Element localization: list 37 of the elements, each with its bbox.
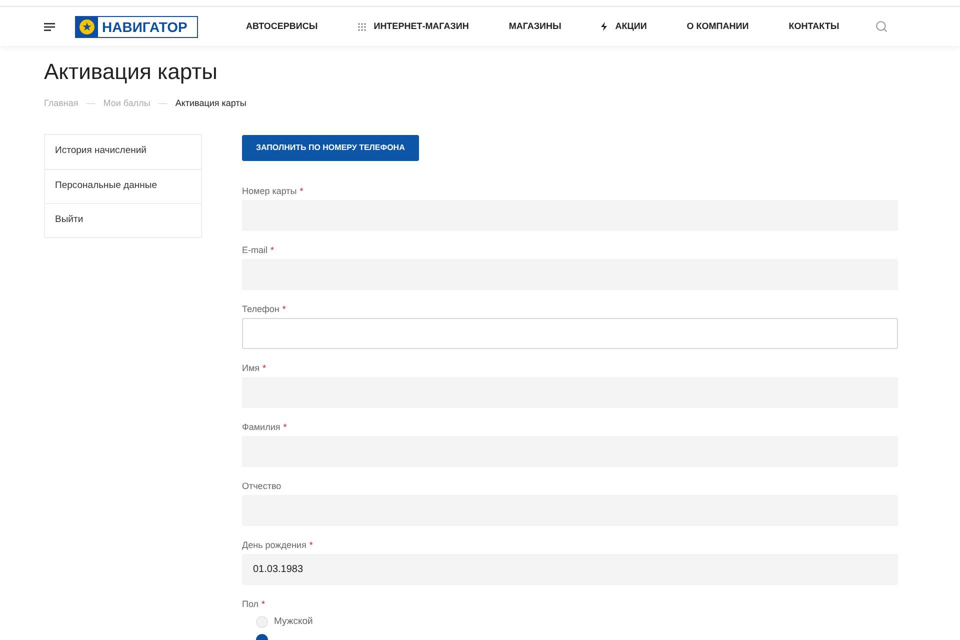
field-label: E-mail	[242, 244, 268, 256]
required-mark: *	[300, 184, 304, 196]
sidebar-item[interactable]: Персональные данные	[45, 168, 201, 202]
fill-by-phone-button[interactable]: ЗАПОЛНИТЬ ПО НОМЕРУ ТЕЛЕФОНА	[242, 134, 419, 160]
required-mark: *	[282, 302, 286, 314]
nav-link[interactable]: КОНТАКТЫ	[788, 20, 840, 34]
breadcrumb-separator: —	[86, 97, 96, 110]
breadcrumb-separator: —	[158, 97, 168, 110]
menu-icon[interactable]	[44, 22, 55, 30]
field-label: Фамилия	[242, 420, 280, 432]
search-icon[interactable]	[875, 20, 888, 33]
logo[interactable]: НАВИГАТОР	[75, 16, 198, 38]
nav-link[interactable]: О КОМПАНИИ	[686, 20, 749, 34]
input-field[interactable]: 01.03.1983	[242, 554, 898, 584]
required-mark: *	[262, 362, 266, 374]
required-mark: *	[283, 420, 287, 432]
required-mark: *	[270, 244, 274, 256]
breadcrumb-link[interactable]: Активация карты	[175, 97, 246, 110]
radio-label: Мужской	[274, 614, 313, 628]
field-label: Пол	[242, 598, 259, 610]
input-field[interactable]	[242, 318, 898, 348]
sidebar-item[interactable]: История начислений	[45, 134, 201, 168]
nav-link[interactable]: ИНТЕРНЕТ-МАГАЗИН	[358, 20, 469, 34]
field-label: Номер карты	[242, 184, 297, 196]
page-title: Активация карты	[44, 58, 218, 86]
nav-link[interactable]: МАГАЗИНЫ	[508, 20, 562, 34]
grid-icon	[358, 22, 366, 30]
required-mark: *	[309, 538, 313, 550]
field-label: День рождения	[242, 538, 306, 550]
lightning-icon	[601, 22, 608, 31]
field-label: Отчество	[242, 480, 282, 492]
field-label: Имя	[242, 362, 260, 374]
sidebar-item[interactable]: Выйти	[45, 202, 201, 236]
nav-link[interactable]: АКЦИИ	[601, 20, 647, 34]
required-mark: *	[262, 598, 266, 610]
field-label: Телефон	[242, 302, 280, 314]
nav-link[interactable]: АВТОСЕРВИСЫ	[246, 20, 318, 34]
